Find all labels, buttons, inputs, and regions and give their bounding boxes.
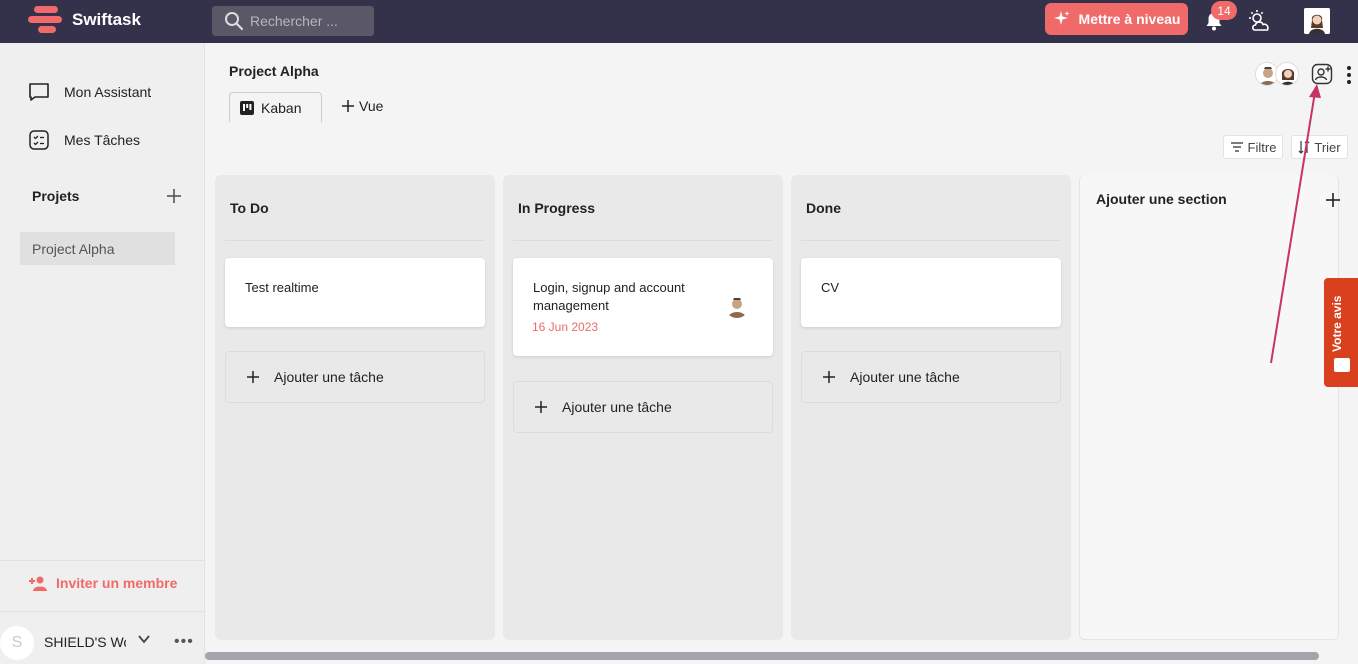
sidebar-item-label: Mon Assistant <box>64 84 152 100</box>
checklist-icon <box>29 130 49 150</box>
board-column-done: Done CV Ajouter une tâche <box>791 175 1071 640</box>
filter-button[interactable]: Filtre <box>1223 135 1283 159</box>
sidebar: Mon Assistant Mes Tâches Projets Project… <box>0 43 205 664</box>
user-avatar[interactable] <box>1304 8 1330 34</box>
task-card[interactable]: Test realtime <box>225 258 485 327</box>
divider <box>225 240 485 241</box>
divider <box>0 560 205 561</box>
filter-label: Filtre <box>1247 139 1277 155</box>
plus-icon <box>535 401 547 413</box>
project-members[interactable] <box>1255 62 1299 86</box>
person-avatar-icon <box>1304 8 1330 34</box>
person-avatar-icon <box>725 294 749 318</box>
upgrade-button[interactable]: Mettre à niveau <box>1045 3 1188 35</box>
sparkle-icon <box>1053 11 1070 25</box>
chevron-down-icon[interactable] <box>136 631 152 647</box>
weather-icon[interactable] <box>1247 8 1273 34</box>
task-title: CV <box>821 280 840 295</box>
plus-icon <box>823 371 835 383</box>
add-task-label: Ajouter une tâche <box>274 369 384 385</box>
sort-label: Trier <box>1314 139 1341 155</box>
filter-icon <box>1230 142 1243 152</box>
scrollbar-thumb[interactable] <box>205 652 1319 660</box>
add-section-label: Ajouter une section <box>1096 191 1227 207</box>
sidebar-project-alpha[interactable]: Project Alpha <box>20 232 175 265</box>
add-project-icon[interactable] <box>164 186 184 206</box>
sort-button[interactable]: Trier <box>1291 135 1348 159</box>
add-task-button[interactable]: Ajouter une tâche <box>513 381 773 433</box>
task-card[interactable]: CV <box>801 258 1061 327</box>
horizontal-scrollbar[interactable] <box>205 650 1358 664</box>
member-avatar[interactable] <box>1275 62 1299 86</box>
column-title: Done <box>806 200 841 216</box>
app-name: Swiftask <box>72 10 141 29</box>
column-title: To Do <box>230 200 269 216</box>
add-view-button[interactable]: Vue <box>341 98 383 114</box>
search-box[interactable] <box>212 6 374 36</box>
sidebar-item-label: Mes Tâches <box>64 132 140 148</box>
divider <box>513 240 773 241</box>
projects-heading: Projets <box>32 188 80 204</box>
sort-icon <box>1298 140 1310 154</box>
task-due-date: 16 Jun 2023 <box>532 320 599 334</box>
feedback-face-icon <box>1334 358 1350 372</box>
task-title: Login, signup and account management <box>533 280 685 313</box>
tab-kaban[interactable]: Kaban <box>229 92 322 122</box>
divider <box>801 240 1061 241</box>
task-title: Test realtime <box>245 280 319 295</box>
feedback-tab[interactable]: Votre avis <box>1324 278 1358 387</box>
notification-badge: 14 <box>1211 1 1237 20</box>
app-logo[interactable]: Swiftask <box>28 6 141 34</box>
search-input[interactable] <box>250 13 370 29</box>
invite-label: Inviter un membre <box>56 575 178 591</box>
board-column-in-progress: In Progress Login, signup and account ma… <box>503 175 783 640</box>
task-card[interactable]: Login, signup and account management 16 … <box>513 258 773 356</box>
chat-icon <box>29 83 49 101</box>
add-view-label: Vue <box>359 98 384 114</box>
add-task-label: Ajouter une tâche <box>562 399 672 415</box>
plus-icon <box>342 100 354 112</box>
feedback-label: Votre avis <box>1330 295 1344 352</box>
column-title: In Progress <box>518 200 596 216</box>
page-title: Project Alpha <box>229 63 319 79</box>
person-avatar-icon <box>1276 63 1298 85</box>
top-bar: Swiftask Mettre à niveau 14 <box>0 0 1358 43</box>
invite-member-button[interactable]: Inviter un membre <box>28 574 177 592</box>
assignee-avatar[interactable] <box>725 294 749 318</box>
workspace-switcher[interactable]: S SHIELD'S Workspace ••• <box>0 621 205 664</box>
add-section-icon[interactable] <box>1324 191 1342 209</box>
add-section-column: Ajouter une section <box>1079 175 1342 640</box>
workspace-avatar: S <box>0 626 34 660</box>
add-task-label: Ajouter une tâche <box>850 369 960 385</box>
share-project-icon[interactable] <box>1311 63 1333 85</box>
add-person-icon <box>29 576 47 591</box>
sidebar-item-assistant[interactable]: Mon Assistant <box>28 81 151 103</box>
kanban-icon <box>240 100 254 115</box>
more-vertical-icon[interactable] <box>1344 65 1354 85</box>
board-column-todo: To Do Test realtime Ajouter une tâche <box>215 175 495 640</box>
search-icon <box>225 12 244 31</box>
tab-label: Kaban <box>261 99 302 116</box>
plus-icon <box>247 371 259 383</box>
workspace-name: SHIELD'S Workspace <box>44 634 126 650</box>
divider <box>0 611 205 612</box>
more-options-icon[interactable]: ••• <box>174 633 194 651</box>
logo-icon <box>28 6 64 34</box>
upgrade-label: Mettre à niveau <box>1078 11 1181 27</box>
sidebar-item-tasks[interactable]: Mes Tâches <box>28 129 140 151</box>
add-task-button[interactable]: Ajouter une tâche <box>225 351 485 403</box>
add-task-button[interactable]: Ajouter une tâche <box>801 351 1061 403</box>
